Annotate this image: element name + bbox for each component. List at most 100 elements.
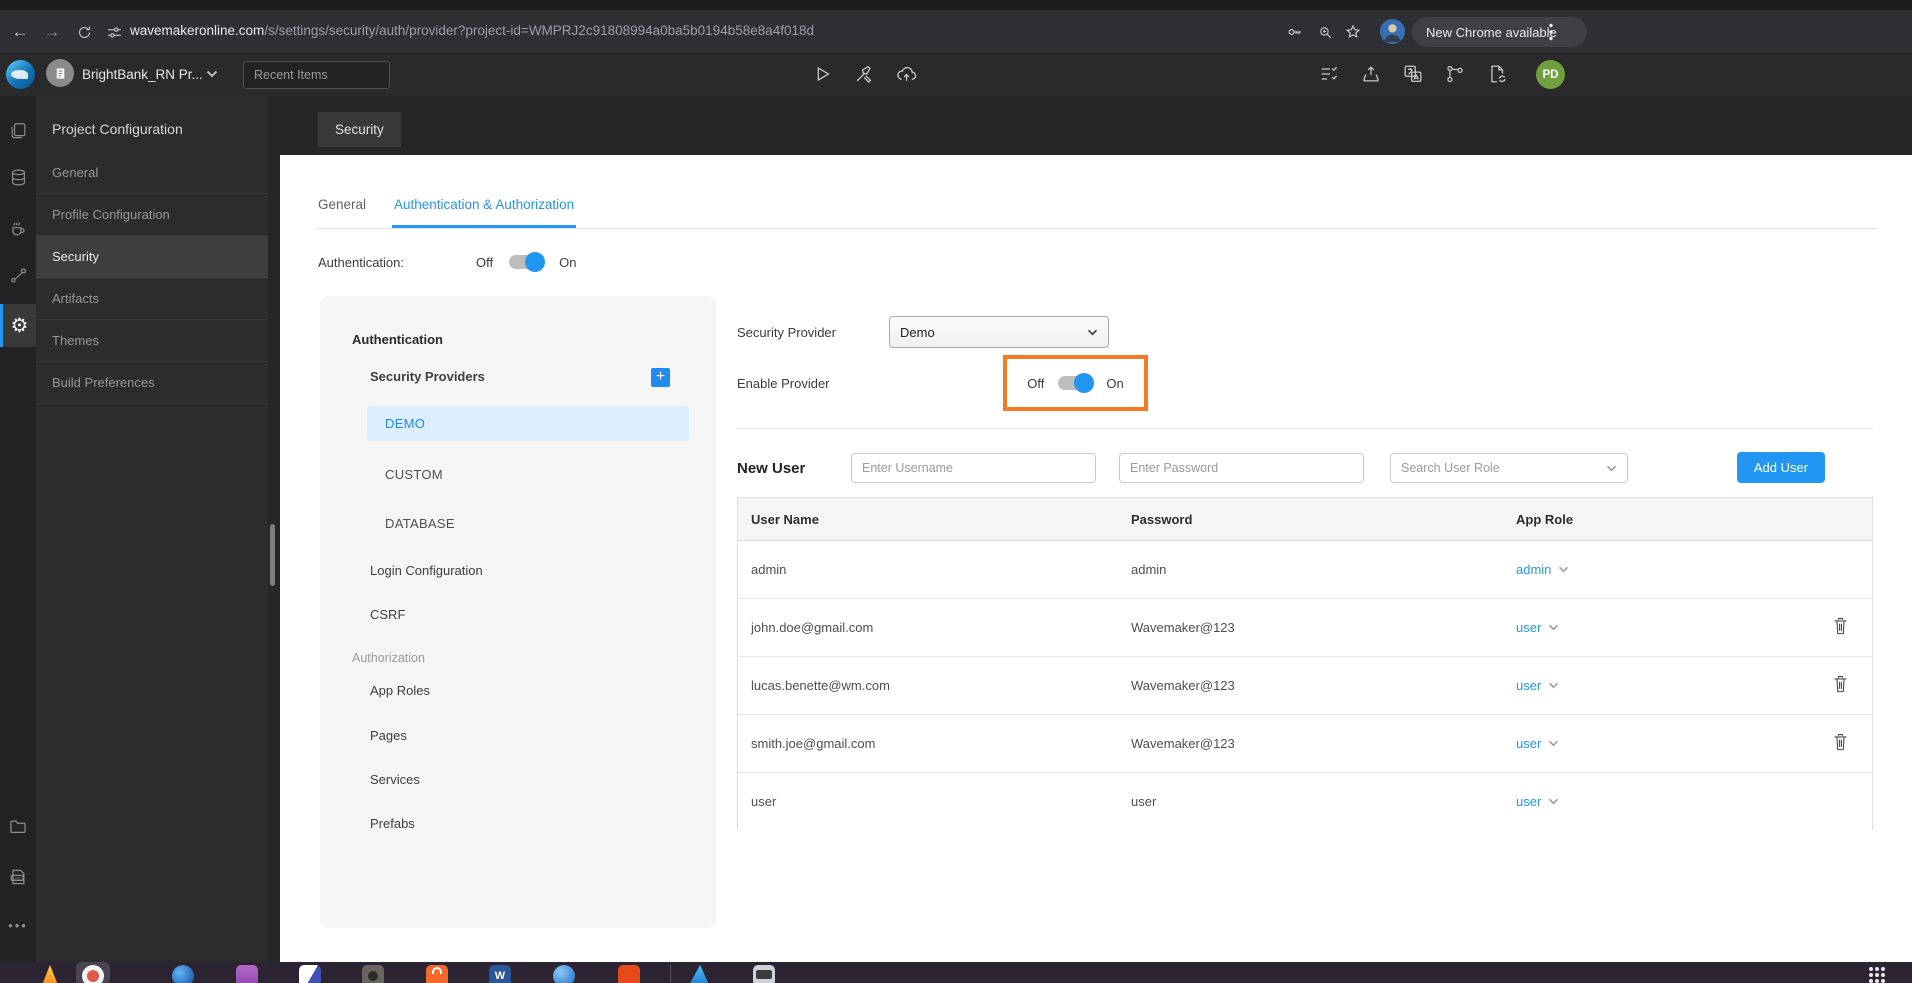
role-dropdown[interactable]: user bbox=[1516, 620, 1559, 635]
nav-app-roles[interactable]: App Roles bbox=[370, 683, 430, 698]
nav-section-authentication: Authentication bbox=[352, 332, 443, 347]
checklist-icon[interactable] bbox=[1318, 63, 1342, 87]
browser-profile-avatar[interactable] bbox=[1380, 19, 1405, 44]
sidebar-item-artifacts[interactable]: Artifacts bbox=[36, 278, 268, 320]
password-input[interactable] bbox=[1119, 453, 1364, 483]
apis-connector-icon[interactable] bbox=[0, 257, 36, 293]
cell-password: admin bbox=[1131, 562, 1167, 577]
back-icon[interactable]: ← bbox=[8, 20, 32, 44]
security-provider-select[interactable]: Demo bbox=[889, 316, 1109, 348]
add-provider-button[interactable]: + bbox=[651, 368, 670, 387]
user-avatar[interactable]: PD bbox=[1536, 60, 1565, 89]
role-dropdown[interactable]: user bbox=[1516, 736, 1559, 751]
nav-csrf[interactable]: CSRF bbox=[370, 607, 405, 622]
dock-browser-icon[interactable] bbox=[82, 965, 104, 983]
project-chevron-down-icon[interactable] bbox=[206, 70, 218, 78]
security-page-tab[interactable]: Security bbox=[318, 112, 401, 147]
reload-icon[interactable] bbox=[72, 20, 96, 44]
address-bar[interactable]: wavemakeronline.com/s/settings/security/… bbox=[130, 23, 814, 38]
authentication-toggle[interactable] bbox=[507, 252, 546, 272]
url-domain: wavemakeronline.com bbox=[130, 23, 265, 38]
role-dropdown[interactable]: user bbox=[1516, 678, 1559, 693]
dock-camera-icon[interactable] bbox=[362, 965, 384, 983]
sidebar-item-general[interactable]: General bbox=[36, 152, 268, 194]
enable-provider-toggle[interactable] bbox=[1056, 373, 1095, 393]
panel-scrollbar[interactable] bbox=[270, 524, 275, 586]
database-icon[interactable] bbox=[0, 159, 36, 195]
url-path: /s/settings/security/auth/provider?proje… bbox=[264, 23, 815, 38]
show-apps-grid-icon[interactable] bbox=[1868, 966, 1888, 983]
cell-password: Wavemaker@123 bbox=[1131, 736, 1235, 751]
nav-prefabs[interactable]: Prefabs bbox=[370, 816, 415, 831]
sidebar-item-themes[interactable]: Themes bbox=[36, 320, 268, 362]
forward-icon[interactable]: → bbox=[40, 20, 64, 44]
run-play-icon[interactable] bbox=[811, 63, 835, 87]
role-dropdown[interactable]: admin bbox=[1516, 562, 1569, 577]
form-divider bbox=[737, 428, 1873, 429]
cloud-push-icon[interactable] bbox=[895, 63, 919, 87]
dock-sail-icon[interactable] bbox=[688, 965, 710, 983]
delete-user-icon[interactable] bbox=[1831, 674, 1853, 698]
dock-document-icon[interactable] bbox=[299, 965, 321, 983]
chrome-update-button[interactable]: New Chrome available bbox=[1412, 17, 1587, 47]
role-dropdown[interactable]: user bbox=[1516, 794, 1559, 809]
bookmark-star-icon[interactable] bbox=[1341, 20, 1365, 44]
browser-menu-icon[interactable] bbox=[1549, 23, 1553, 41]
project-avatar-icon[interactable] bbox=[46, 59, 74, 87]
col-password: Password bbox=[1131, 512, 1193, 527]
username-input[interactable] bbox=[851, 453, 1096, 483]
translate-icon[interactable] bbox=[1402, 63, 1426, 87]
version-branch-icon[interactable] bbox=[1444, 63, 1468, 87]
nav-provider-demo[interactable]: DEMO bbox=[367, 406, 689, 441]
delete-user-icon[interactable] bbox=[1831, 616, 1853, 640]
project-name[interactable]: BrightBank_RN Pr... bbox=[82, 67, 203, 82]
export-app-icon[interactable] bbox=[1360, 63, 1384, 87]
nav-login-configuration[interactable]: Login Configuration bbox=[370, 563, 483, 578]
table-row: smith.joe@gmail.com Wavemaker@123 user bbox=[738, 715, 1872, 773]
tab-general[interactable]: General bbox=[318, 197, 366, 212]
auth-off-label: Off bbox=[476, 254, 494, 270]
dock-word-icon[interactable]: W bbox=[489, 965, 511, 983]
nav-provider-custom[interactable]: CUSTOM bbox=[385, 467, 443, 482]
pages-icon[interactable] bbox=[0, 112, 36, 148]
tab-authentication-authorization[interactable]: Authentication & Authorization bbox=[394, 197, 574, 212]
nav-pages[interactable]: Pages bbox=[370, 728, 407, 743]
users-table: User Name Password App Role admin admin … bbox=[737, 497, 1873, 831]
dock-bird-icon[interactable] bbox=[172, 965, 194, 983]
zoom-search-icon[interactable] bbox=[1313, 20, 1337, 44]
dock-flame-icon[interactable] bbox=[41, 965, 59, 983]
log-file-icon[interactable]: LOG bbox=[0, 859, 36, 895]
dock-red-app-icon[interactable] bbox=[618, 965, 640, 983]
table-row: lucas.benette@wm.com Wavemaker@123 user bbox=[738, 657, 1872, 715]
site-settings-icon[interactable] bbox=[102, 20, 126, 44]
dev-tools-icon[interactable] bbox=[853, 63, 877, 87]
new-user-label: New User bbox=[737, 460, 806, 477]
user-role-select[interactable]: Search User Role bbox=[1390, 453, 1628, 483]
recent-items-dropdown[interactable]: Recent Items bbox=[243, 61, 390, 89]
sidebar-item-profile-configuration[interactable]: Profile Configuration bbox=[36, 194, 268, 236]
dock-terminal-icon[interactable] bbox=[753, 965, 775, 983]
java-services-icon[interactable] bbox=[0, 210, 36, 246]
studio-header: BrightBank_RN Pr... Recent Items PD bbox=[0, 54, 1912, 96]
add-user-button[interactable]: Add User bbox=[1737, 452, 1825, 483]
cell-password: Wavemaker@123 bbox=[1131, 620, 1235, 635]
more-dots-icon[interactable]: ••• bbox=[0, 918, 36, 933]
dock-sphere-icon[interactable] bbox=[553, 965, 575, 983]
nav-section-authorization: Authorization bbox=[352, 651, 425, 665]
nav-services[interactable]: Services bbox=[370, 772, 420, 787]
cell-username: user bbox=[751, 794, 777, 809]
sidebar-item-security[interactable]: Security bbox=[36, 236, 268, 278]
nav-provider-database[interactable]: DATABASE bbox=[385, 516, 455, 531]
settings-gear-icon[interactable]: ⚙ bbox=[0, 304, 36, 347]
enable-off-label: Off bbox=[1027, 375, 1045, 391]
browser-tab-strip bbox=[0, 0, 1912, 10]
sidebar-item-build-preferences[interactable]: Build Preferences bbox=[36, 362, 268, 404]
folder-icon[interactable] bbox=[0, 809, 36, 845]
enable-provider-highlight: Off On bbox=[1003, 355, 1148, 411]
file-sync-icon[interactable] bbox=[1486, 63, 1510, 87]
password-key-icon[interactable] bbox=[1283, 20, 1307, 44]
dock-folder-icon[interactable] bbox=[236, 965, 258, 983]
delete-user-icon[interactable] bbox=[1831, 732, 1853, 756]
cell-password: user bbox=[1131, 794, 1157, 809]
dock-store-icon[interactable] bbox=[426, 965, 448, 983]
